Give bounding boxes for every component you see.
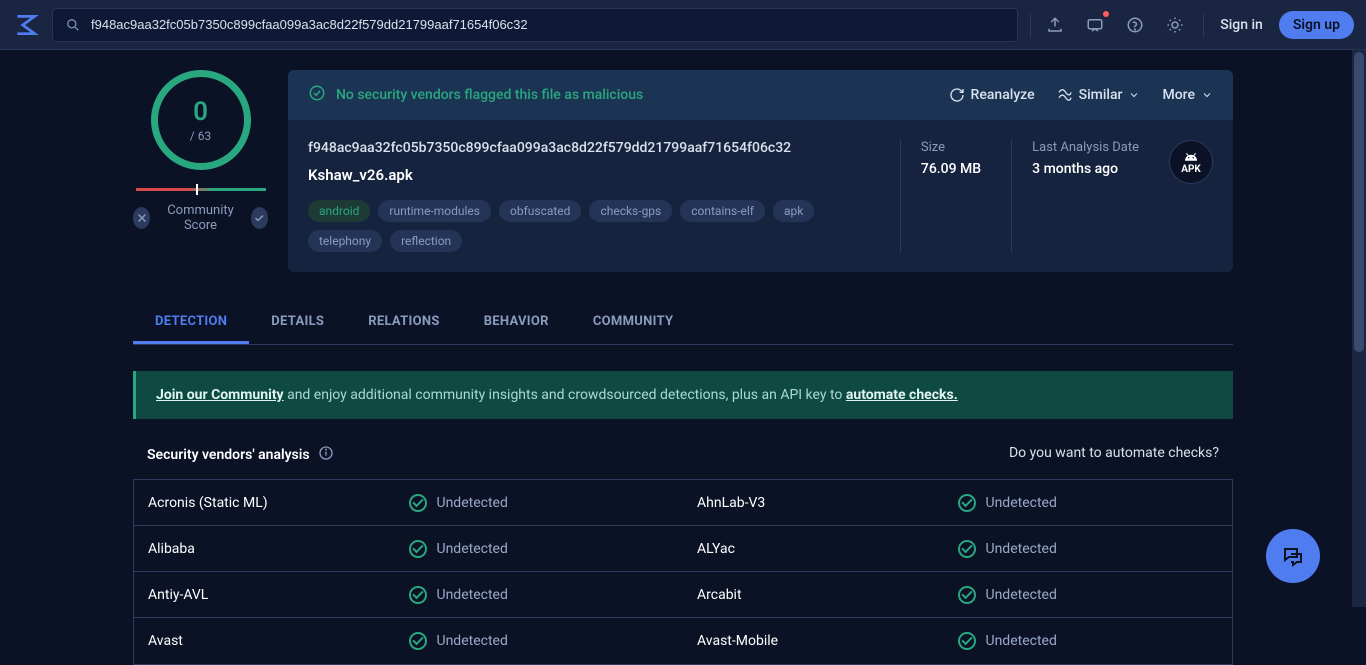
search-input[interactable] — [91, 17, 1005, 32]
vendor-name: Antiy-AVL — [148, 587, 409, 603]
promo-text: and enjoy additional community insights … — [284, 387, 846, 403]
search-icon — [65, 17, 81, 33]
vendor-result: Undetected — [409, 586, 670, 604]
date-label: Last Analysis Date — [1032, 140, 1139, 155]
theme-icon[interactable] — [1163, 13, 1187, 37]
more-button[interactable]: More — [1162, 87, 1213, 103]
undetected-icon — [958, 540, 976, 558]
tag[interactable]: reflection — [390, 230, 462, 252]
community-score-label: Community Score — [160, 203, 241, 233]
section-title: Security vendors' analysis — [147, 447, 310, 463]
vendor-result: Undetected — [409, 494, 670, 512]
vendor-result: Undetected — [958, 494, 1219, 512]
similar-button[interactable]: Similar — [1057, 87, 1141, 103]
chat-icon[interactable] — [1083, 13, 1107, 37]
community-score: Community Score — [133, 203, 268, 233]
tab-community[interactable]: COMMUNITY — [571, 302, 696, 344]
chevron-down-icon — [1201, 89, 1213, 101]
vendor-name: Alibaba — [148, 541, 409, 557]
help-icon[interactable] — [1123, 13, 1147, 37]
vendor-result: Undetected — [958, 586, 1219, 604]
top-header: Sign in Sign up — [0, 0, 1366, 50]
vendor-result: Undetected — [958, 632, 1219, 650]
tag[interactable]: checks-gps — [589, 200, 672, 222]
sign-up-button[interactable]: Sign up — [1279, 11, 1354, 39]
check-circle-icon — [308, 84, 326, 106]
join-community-link[interactable]: Join our Community — [156, 387, 284, 403]
undetected-icon — [409, 494, 427, 512]
search-bar[interactable] — [52, 8, 1018, 42]
feedback-fab[interactable] — [1266, 529, 1320, 583]
check-icon[interactable] — [251, 207, 268, 229]
chevron-down-icon — [1128, 89, 1140, 101]
app-logo[interactable] — [12, 11, 40, 39]
automate-checks-link[interactable]: automate checks. — [846, 387, 958, 403]
vendor-name: Avast — [148, 633, 409, 649]
reanalyze-button[interactable]: Reanalyze — [949, 87, 1035, 103]
table-row: AlibabaUndetectedALYacUndetected — [134, 526, 1232, 572]
file-detail-card: f948ac9aa32fc05b7350c899cfaa099a3ac8d22f… — [288, 120, 1233, 272]
tag-list: android runtime-modules obfuscated checks-g… — [308, 200, 870, 252]
detection-score-ring: 0 / 63 — [151, 70, 251, 170]
vendors-table: Acronis (Static ML)UndetectedAhnLab-V3Un… — [133, 479, 1233, 665]
tab-behavior[interactable]: BEHAVIOR — [462, 302, 571, 344]
tag[interactable]: obfuscated — [499, 200, 581, 222]
tab-detection[interactable]: DETECTION — [133, 302, 249, 344]
vendor-result: Undetected — [409, 632, 670, 650]
undetected-icon — [958, 632, 976, 650]
close-icon[interactable] — [133, 207, 150, 229]
scrollbar-thumb[interactable] — [1354, 52, 1364, 352]
vendor-result: Undetected — [958, 540, 1219, 558]
score-column: 0 / 63 Community Score — [133, 70, 268, 272]
tab-details[interactable]: DETAILS — [249, 302, 346, 344]
score-gradient — [136, 188, 266, 191]
file-hash: f948ac9aa32fc05b7350c899cfaa099a3ac8d22f… — [308, 140, 870, 156]
vendor-name: ALYac — [697, 541, 958, 557]
tag[interactable]: telephony — [308, 230, 382, 252]
file-type-icon: APK — [1169, 140, 1213, 184]
table-row: Antiy-AVLUndetectedArcabitUndetected — [134, 572, 1232, 618]
automate-prompt[interactable]: Do you want to automate checks? — [1009, 445, 1219, 465]
vendor-result: Undetected — [409, 540, 670, 558]
tab-bar: DETECTIONDETAILSRELATIONSBEHAVIORCOMMUNI… — [133, 302, 1233, 345]
size-value: 76.09 MB — [921, 161, 981, 177]
upload-icon[interactable] — [1043, 13, 1067, 37]
size-label: Size — [921, 140, 981, 155]
file-name: Kshaw_v26.apk — [308, 166, 870, 184]
info-icon[interactable] — [318, 445, 334, 465]
undetected-icon — [409, 540, 427, 558]
tab-relations[interactable]: RELATIONS — [346, 302, 461, 344]
divider — [1030, 13, 1031, 37]
community-promo: Join our Community and enjoy additional … — [133, 371, 1233, 419]
divider — [1203, 13, 1204, 37]
vendor-name: Arcabit — [697, 587, 958, 603]
sign-in-link[interactable]: Sign in — [1220, 17, 1263, 33]
vendor-name: AhnLab-V3 — [697, 495, 958, 511]
vendor-name: Acronis (Static ML) — [148, 495, 409, 511]
undetected-icon — [409, 586, 427, 604]
undetected-icon — [958, 586, 976, 604]
detection-count: 0 — [193, 97, 208, 127]
undetected-icon — [409, 632, 427, 650]
status-banner: No security vendors flagged this file as… — [288, 70, 1233, 120]
undetected-icon — [958, 494, 976, 512]
tag[interactable]: android — [308, 200, 370, 222]
table-row: Acronis (Static ML)UndetectedAhnLab-V3Un… — [134, 480, 1232, 526]
table-row: AvastUndetectedAvast-MobileUndetected — [134, 618, 1232, 664]
total-engines: / 63 — [190, 129, 211, 143]
header-actions: Sign in Sign up — [1043, 11, 1354, 39]
banner-message: No security vendors flagged this file as… — [336, 87, 643, 103]
tag[interactable]: runtime-modules — [378, 200, 491, 222]
tag[interactable]: apk — [773, 200, 814, 222]
vendor-name: Avast-Mobile — [697, 633, 958, 649]
tag[interactable]: contains-elf — [680, 200, 765, 222]
date-value: 3 months ago — [1032, 161, 1139, 177]
